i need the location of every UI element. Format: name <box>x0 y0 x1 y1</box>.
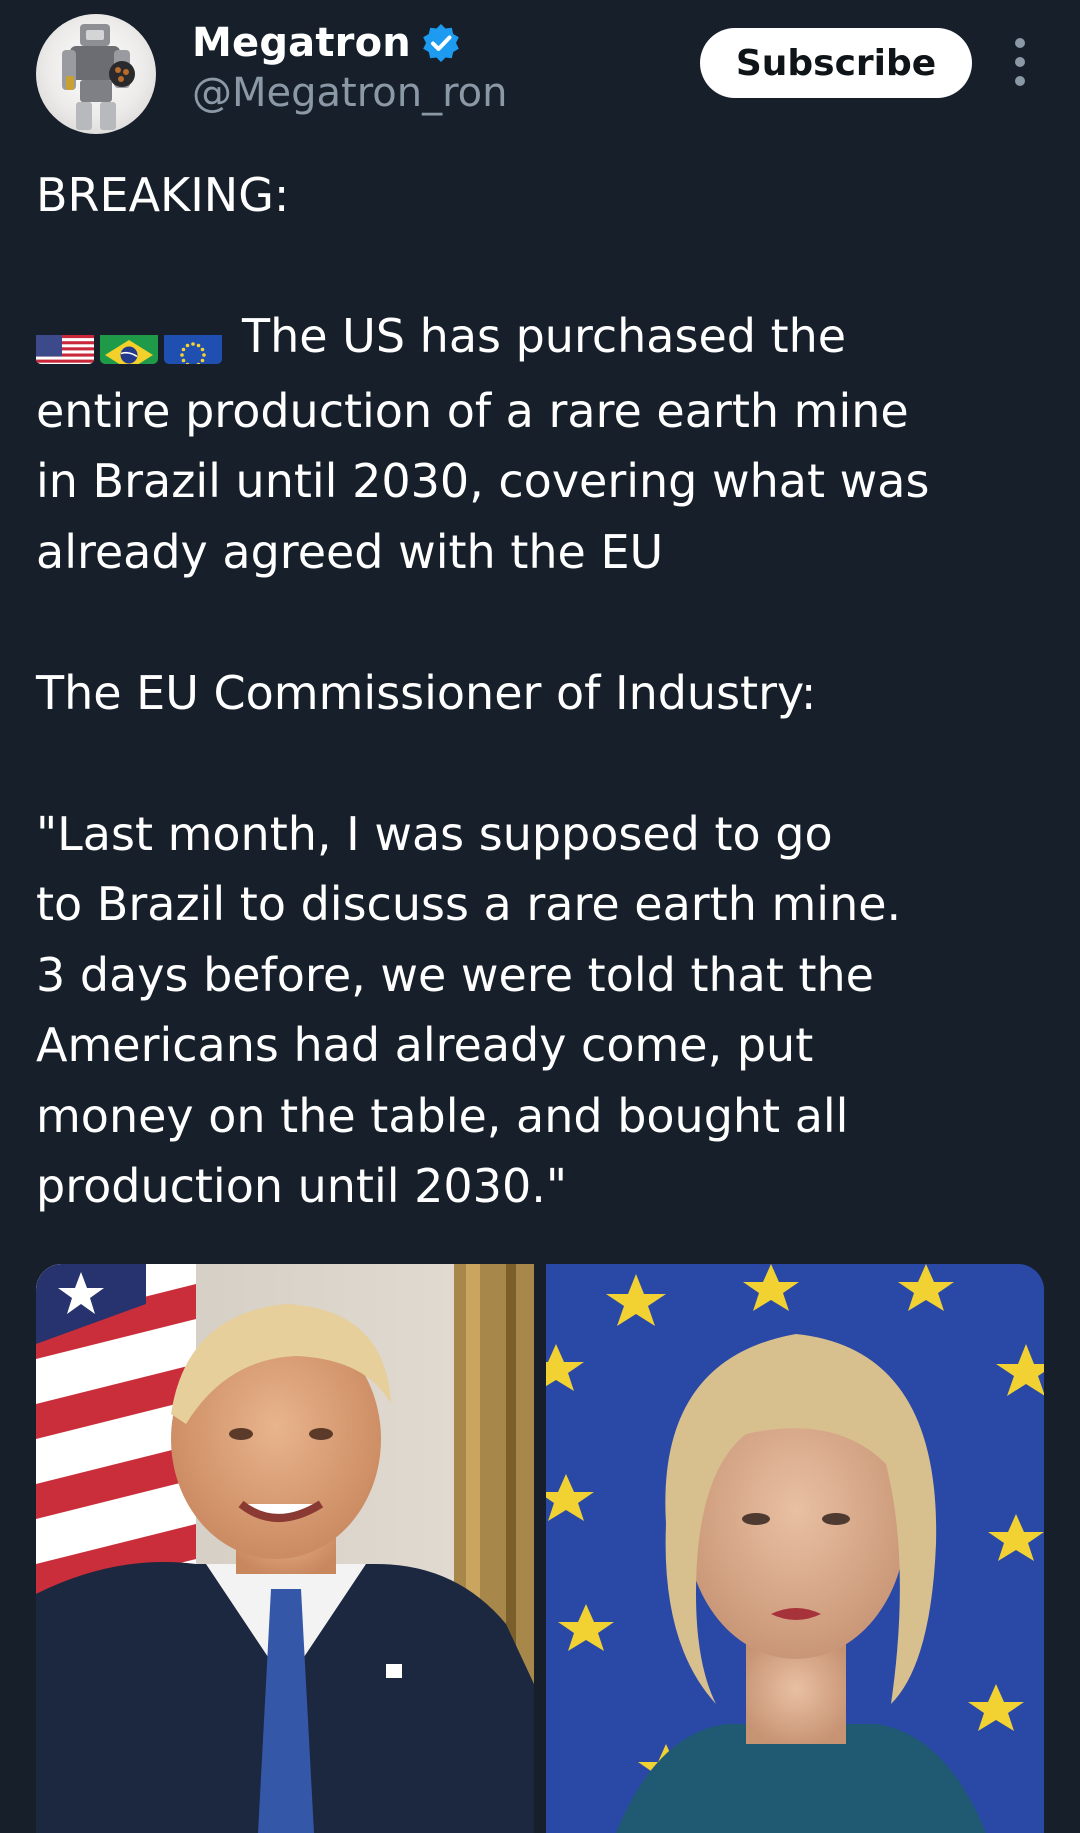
flag-emoji-group <box>36 305 228 376</box>
tweet-heading: BREAKING: <box>36 168 290 222</box>
author-handle[interactable]: @Megatron_ron <box>192 70 508 116</box>
tweet-paragraph-2: The EU Commissioner of Industry: <box>36 665 817 720</box>
author-name-row: Megatron <box>192 18 461 68</box>
robot-avatar-icon <box>62 24 135 130</box>
tweet-paragraph-1: The US has purchased the entire producti… <box>36 301 1046 587</box>
subscribe-button[interactable]: Subscribe <box>700 28 972 98</box>
tweet-header: Megatron @Megatron_ron Subscribe <box>0 0 1080 140</box>
eu-flag-icon <box>164 324 222 364</box>
brazil-flag-icon <box>100 324 158 364</box>
tweet-body: BREAKING: The US has purchased the entir… <box>36 160 1046 1222</box>
author-avatar[interactable] <box>36 14 156 134</box>
tweet-media-grid[interactable] <box>36 1264 1044 1833</box>
more-vertical-icon[interactable] <box>1004 38 1036 86</box>
author-display-name[interactable]: Megatron <box>192 20 411 66</box>
us-flag-icon <box>36 324 94 364</box>
portrait-photo-left[interactable] <box>36 1264 534 1833</box>
verified-badge-icon <box>421 23 461 63</box>
tweet-quote: "Last month, I was supposed to go to Bra… <box>36 806 902 1214</box>
portrait-photo-right[interactable] <box>546 1264 1044 1833</box>
